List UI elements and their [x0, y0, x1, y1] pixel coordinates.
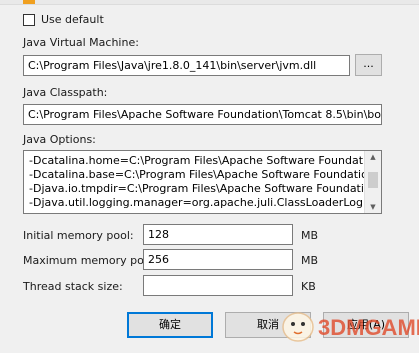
classpath-label: Java Classpath: — [23, 86, 108, 99]
classpath-field[interactable]: C:\Program Files\Apache Software Foundat… — [23, 104, 382, 125]
window-top-strip — [0, 0, 419, 5]
options-line: -Djava.io.tmpdir=C:\Program Files\Apache… — [29, 182, 382, 195]
max-pool-unit: MB — [301, 254, 319, 267]
thread-stack-unit: KB — [301, 280, 316, 293]
max-pool-label: Maximum memory pool: — [23, 254, 158, 267]
scroll-down-icon[interactable]: ▼ — [365, 201, 381, 213]
browse-jvm-button[interactable]: ... — [355, 54, 382, 76]
scrollbar-thumb[interactable] — [368, 172, 378, 188]
thread-stack-field[interactable] — [143, 275, 293, 296]
ok-button[interactable]: 确定 — [127, 312, 213, 338]
options-line: -Djava.util.logging.manager=org.apache.j… — [29, 196, 382, 209]
initial-pool-label: Initial memory pool: — [23, 229, 134, 242]
scroll-up-icon[interactable]: ▲ — [365, 151, 381, 163]
jvm-path-field[interactable]: C:\Program Files\Java\jre1.8.0_141\bin\s… — [23, 55, 350, 76]
options-line: -Dcatalina.base=C:\Program Files\Apache … — [29, 168, 382, 181]
options-scrollbar[interactable]: ▲ ▼ — [364, 151, 381, 213]
java-options-textarea[interactable]: -Dcatalina.home=C:\Program Files\Apache … — [23, 150, 382, 214]
options-line: -Dcatalina.home=C:\Program Files\Apache … — [29, 154, 382, 167]
watermark-logo: 3DMGAME — [280, 305, 419, 350]
initial-pool-unit: MB — [301, 229, 319, 242]
initial-pool-field[interactable]: 128 — [143, 224, 293, 245]
use-default-label: Use default — [41, 13, 104, 26]
jvm-label: Java Virtual Machine: — [23, 36, 139, 49]
max-pool-field[interactable]: 256 — [143, 249, 293, 270]
app-icon-fragment — [23, 0, 35, 4]
options-label: Java Options: — [23, 133, 96, 146]
thread-stack-label: Thread stack size: — [23, 280, 123, 293]
watermark-text: 3DMGAME — [318, 315, 419, 340]
use-default-checkbox[interactable] — [23, 14, 35, 26]
